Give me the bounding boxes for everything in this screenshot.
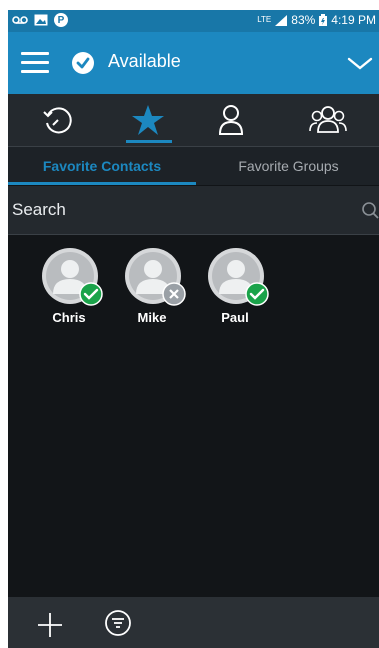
filter-icon[interactable] (104, 609, 132, 637)
tab-favorite-groups[interactable]: Favorite Groups (198, 153, 379, 179)
p-badge-icon: P (54, 13, 68, 27)
star-icon (132, 105, 164, 135)
contact-mike[interactable]: Mike (117, 247, 187, 327)
image-icon (34, 14, 48, 26)
contact-chris[interactable]: Chris (34, 247, 104, 327)
contact-name: Chris (52, 310, 86, 325)
available-status-icon (245, 282, 269, 306)
battery-percent: 83% (291, 13, 316, 27)
bottom-toolbar (8, 597, 379, 648)
menu-icon[interactable] (21, 52, 51, 74)
available-status-icon (79, 282, 103, 306)
contact-name: Mike (137, 310, 167, 325)
search-input[interactable] (12, 196, 352, 224)
search-icon[interactable] (361, 201, 379, 219)
signal-icon (275, 14, 288, 26)
person-icon (218, 105, 244, 135)
add-icon[interactable] (36, 611, 64, 639)
app-header: Available (8, 32, 379, 94)
tab-groups[interactable] (308, 102, 348, 138)
status-bar: P LTE 83% 4:19 PM (8, 10, 379, 32)
favorites-subtabs: Favorite Contacts Favorite Groups (8, 147, 379, 185)
favorite-contacts-list: Chris Mike Paul (8, 235, 379, 597)
chevron-down-icon[interactable] (347, 57, 373, 71)
tab-favorites[interactable] (128, 102, 168, 138)
voicemail-icon (12, 15, 28, 25)
app-screen: P LTE 83% 4:19 PM Available Favorite Con… (8, 10, 379, 648)
presence-status[interactable]: Available (108, 51, 181, 72)
group-icon (309, 106, 347, 133)
main-nav-tabs (8, 94, 379, 147)
subtab-indicator (8, 182, 196, 185)
network-type: LTE (257, 15, 272, 24)
battery-icon (319, 14, 328, 26)
tab-contacts[interactable] (211, 102, 251, 138)
contact-paul[interactable]: Paul (200, 247, 270, 327)
tab-history[interactable] (38, 102, 78, 138)
active-tab-indicator (126, 140, 172, 143)
tab-favorite-contacts[interactable]: Favorite Contacts (8, 153, 196, 179)
contact-name: Paul (221, 310, 249, 325)
offline-status-icon (162, 282, 186, 306)
search-bar (8, 186, 379, 235)
clock: 4:19 PM (331, 13, 376, 27)
available-check-icon (72, 52, 94, 74)
history-icon (43, 107, 72, 134)
